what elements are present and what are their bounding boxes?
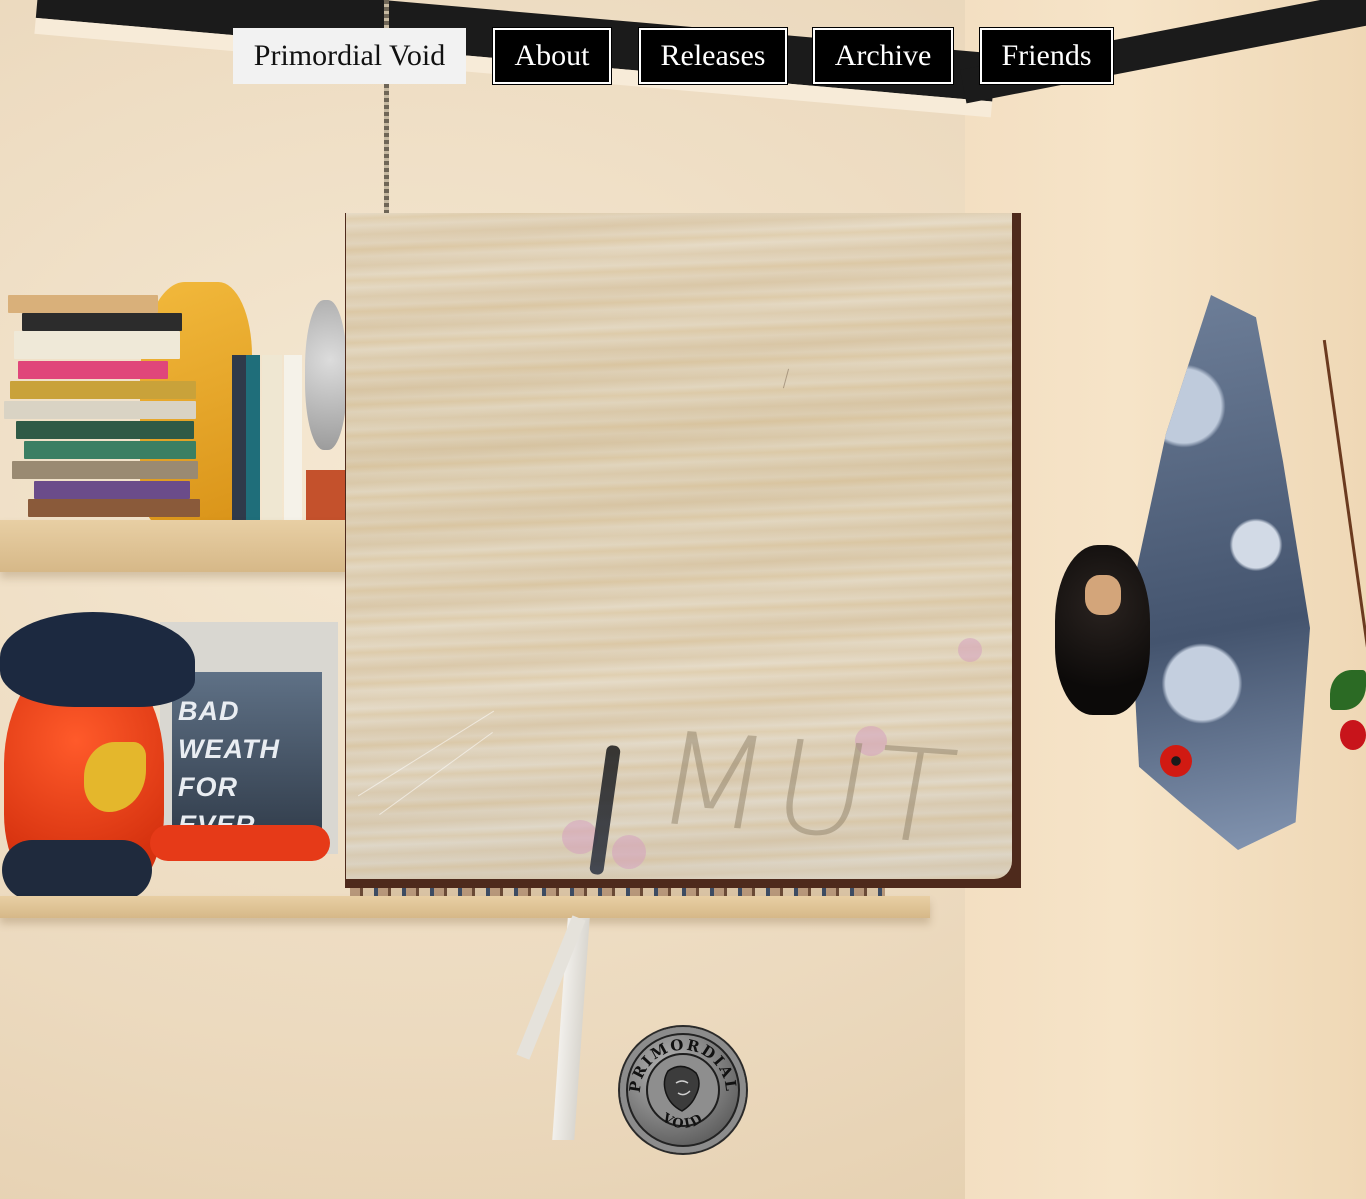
book <box>4 401 196 419</box>
book-spine <box>306 470 346 527</box>
book <box>34 481 190 499</box>
shelf-bottom <box>0 896 930 918</box>
book <box>12 461 198 479</box>
nav-releases-link[interactable]: Releases <box>638 27 788 85</box>
scratch <box>379 731 493 816</box>
rose <box>1340 720 1366 750</box>
primordial-void-seal-logo[interactable]: PRIMORDIAL VOID <box>620 1027 746 1153</box>
scratch <box>782 368 790 389</box>
puppet-arm <box>150 825 330 861</box>
book-spine <box>246 355 260 527</box>
book <box>10 381 196 399</box>
poppy-pin <box>1160 745 1192 777</box>
book <box>16 421 194 439</box>
book <box>22 313 182 331</box>
puppet-hat <box>0 612 195 707</box>
nav-archive-link[interactable]: Archive <box>812 27 954 85</box>
scratched-lettering: MUT <box>645 705 971 874</box>
book-stack <box>4 295 204 520</box>
monster-doll <box>1055 545 1150 715</box>
record-line-1: BAD <box>178 696 240 726</box>
record-cover-text: BAD WEATH FOR EVER <box>178 692 280 844</box>
nav-home-link[interactable]: Primordial Void <box>233 28 466 84</box>
puppet-scarf <box>2 840 152 900</box>
record-line-3: FOR <box>178 772 238 802</box>
wood-stain <box>612 835 646 869</box>
book <box>28 499 200 517</box>
nav-about-link[interactable]: About <box>492 27 612 85</box>
seal-graphic: PRIMORDIAL VOID <box>626 1036 739 1133</box>
book-spine <box>284 355 302 527</box>
doll-face <box>1085 575 1121 615</box>
book <box>8 295 158 313</box>
book-spine <box>232 355 246 527</box>
gray-plush <box>305 300 347 450</box>
shelf-top <box>0 520 350 572</box>
book-spine <box>262 355 282 527</box>
book <box>24 441 196 459</box>
wood-stain <box>958 638 982 662</box>
scratch <box>357 710 495 797</box>
book <box>14 331 180 359</box>
book <box>18 361 168 379</box>
nav-friends-link[interactable]: Friends <box>979 27 1114 85</box>
record-line-2: WEATH <box>178 734 280 764</box>
